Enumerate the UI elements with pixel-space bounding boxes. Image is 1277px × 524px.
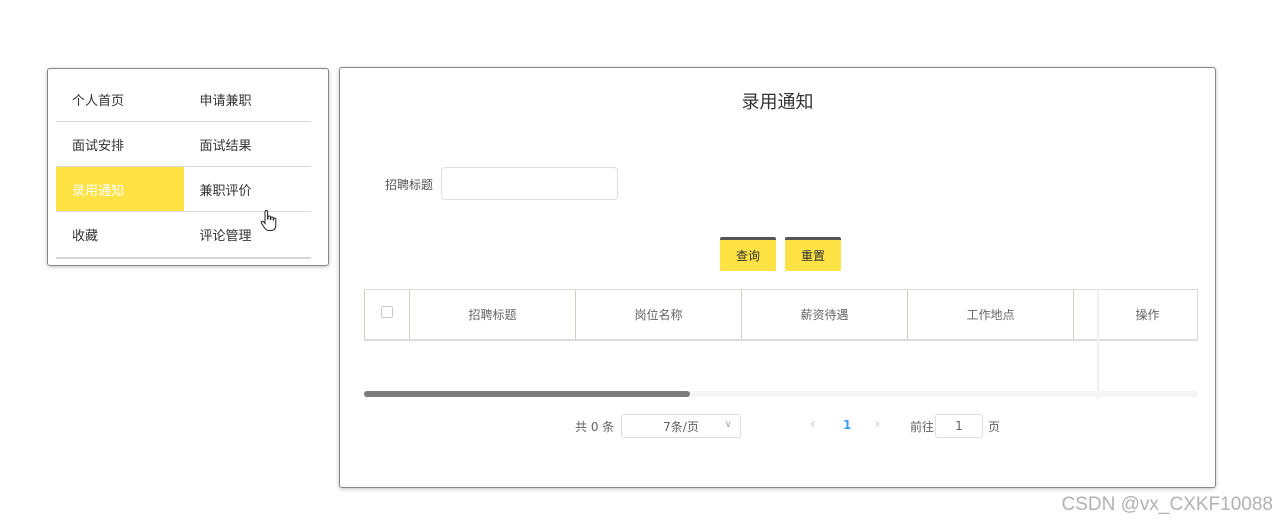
hand-pointer-icon	[260, 210, 277, 231]
menu-item-interview-result[interactable]: 面试结果	[184, 122, 312, 166]
column-header[interactable]: 薪资待遇	[742, 290, 908, 339]
chevron-right-icon[interactable]: ›	[875, 417, 880, 432]
data-table: 招聘标题 岗位名称 薪资待遇 工作地点 操作	[364, 289, 1198, 399]
column-header[interactable]: 招聘标题	[410, 290, 576, 339]
chevron-left-icon[interactable]: ‹	[810, 417, 815, 432]
menu-item-apply-parttime[interactable]: 申请兼职	[184, 77, 312, 121]
goto-label: 前往	[910, 420, 935, 434]
pagination-total: 共 0 条	[575, 420, 615, 434]
page-number-current[interactable]: 1	[843, 418, 851, 432]
menu-row: 个人首页 申请兼职	[56, 77, 311, 122]
menu-row: 面试安排 面试结果	[56, 122, 311, 167]
menu-item-favorites[interactable]: 收藏	[56, 212, 184, 257]
column-header-spacer	[1074, 290, 1098, 339]
column-header[interactable]: 操作	[1098, 290, 1198, 339]
menu-item-personal-home[interactable]: 个人首页	[56, 77, 184, 121]
column-header[interactable]: 工作地点	[908, 290, 1074, 339]
side-menu: 个人首页 申请兼职 面试安排 面试结果 录用通知 兼职评价 收藏 评论管理	[47, 68, 329, 266]
menu-item-comment-manage[interactable]: 评论管理	[184, 212, 312, 257]
menu-row: 录用通知 兼职评价	[56, 167, 311, 212]
menu-item-offer-notice[interactable]: 录用通知	[56, 167, 184, 211]
pagination: 共 0 条 7条/页 ∨ ‹ 1 › 前往 页	[340, 414, 1215, 438]
fixed-column-divider	[1097, 289, 1099, 399]
select-all-cell	[364, 290, 410, 339]
offer-notice-panel: 录用通知 招聘标题 查询 重置 招聘标题 岗位名称 薪资待遇 工作地点 操作 共…	[339, 67, 1216, 488]
page-title: 录用通知	[741, 92, 814, 113]
menu-item-interview-schedule[interactable]: 面试安排	[56, 122, 184, 166]
goto-page-input[interactable]	[935, 414, 983, 438]
select-all-checkbox[interactable]	[381, 306, 393, 318]
search-label: 招聘标题	[385, 178, 434, 192]
page-suffix-label: 页	[988, 420, 1001, 434]
scrollbar-thumb[interactable]	[364, 391, 690, 397]
search-input[interactable]	[441, 167, 618, 200]
menu-item-parttime-review[interactable]: 兼职评价	[184, 167, 312, 211]
horizontal-scrollbar[interactable]	[364, 391, 1198, 397]
reset-button[interactable]: 重置	[785, 237, 841, 271]
page-size-select[interactable]: 7条/页 ∨	[621, 414, 741, 438]
page-size-value: 7条/页	[663, 419, 699, 434]
column-header[interactable]: 岗位名称	[576, 290, 742, 339]
query-button[interactable]: 查询	[720, 237, 776, 271]
table-header: 招聘标题 岗位名称 薪资待遇 工作地点 操作	[364, 289, 1198, 341]
chevron-down-icon: ∨	[724, 419, 732, 430]
watermark: CSDN @vx_CXKF10088	[1061, 494, 1273, 515]
